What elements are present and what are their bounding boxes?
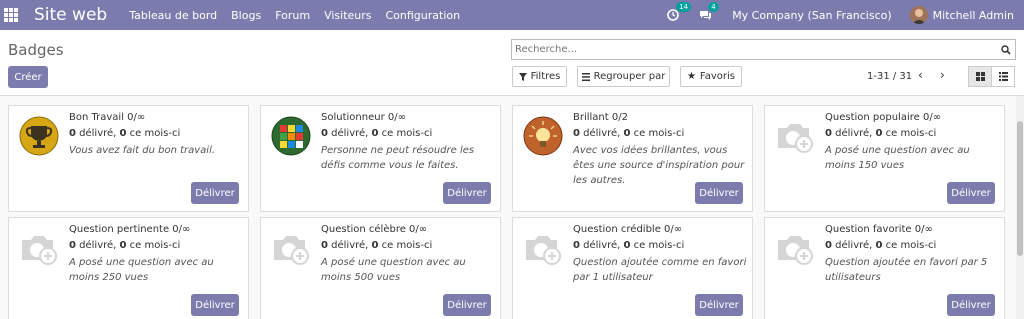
list-icon: [581, 72, 590, 81]
menu-forum[interactable]: Forum: [275, 9, 310, 22]
messages-count-badge: 4: [708, 2, 719, 12]
search-input[interactable]: [512, 44, 997, 55]
user-avatar[interactable]: [909, 6, 928, 24]
pager-previous-icon[interactable]: ‹: [918, 68, 923, 82]
filter-icon: [518, 72, 527, 81]
badge-stats: 0 délivré, 0 ce mois-ci: [825, 128, 937, 139]
search-bar: [511, 39, 1016, 60]
lightbulb-icon: [523, 116, 563, 156]
badge-card[interactable]: Solutionneur 0/∞ 0 délivré, 0 ce mois-ci…: [260, 105, 501, 212]
camera-placeholder-icon: [271, 228, 311, 268]
badge-card[interactable]: Question populaire 0/∞ 0 délivré, 0 ce m…: [764, 105, 1005, 212]
badge-title: Question favorite 0/∞: [825, 224, 933, 235]
menu-blogs[interactable]: Blogs: [231, 9, 261, 22]
badge-title: Question crédible 0/∞: [573, 224, 683, 235]
deliver-button[interactable]: Délivrer: [695, 294, 743, 316]
kanban-icon: [975, 72, 985, 81]
badge-stats: 0 délivré, 0 ce mois-ci: [69, 240, 181, 251]
control-panel: Badges Créer Filtres Regrouper par ★ Fav…: [0, 30, 1024, 96]
filters-label: Filtres: [530, 71, 561, 82]
messages-icon[interactable]: 4: [699, 2, 719, 21]
badge-stats: 0 délivré, 0 ce mois-ci: [69, 128, 181, 139]
badge-title: Bon Travail 0/∞: [69, 112, 146, 123]
create-button[interactable]: Créer: [8, 66, 48, 88]
badge-title: Solutionneur 0/∞: [321, 112, 406, 123]
badge-stats: 0 délivré, 0 ce mois-ci: [573, 240, 685, 251]
scrollbar-thumb[interactable]: [1017, 121, 1023, 256]
company-switcher[interactable]: My Company (San Francisco): [732, 9, 891, 22]
filters-button[interactable]: Filtres: [512, 66, 567, 87]
menu-visiteurs[interactable]: Visiteurs: [324, 9, 371, 22]
badge-stats: 0 délivré, 0 ce mois-ci: [321, 128, 433, 139]
menu-configuration[interactable]: Configuration: [386, 9, 461, 22]
camera-placeholder-icon: [19, 228, 59, 268]
top-navbar: Site web Tableau de bord Blogs Forum Vis…: [0, 0, 1024, 30]
deliver-button[interactable]: Délivrer: [947, 294, 995, 316]
camera-placeholder-icon: [523, 228, 563, 268]
star-icon: ★: [686, 71, 696, 82]
badge-description: Question ajoutée en favori par 5 utilisa…: [825, 257, 988, 283]
kanban-view-button[interactable]: [968, 66, 992, 87]
page-title: Badges: [8, 41, 64, 59]
badge-card[interactable]: Question pertinente 0/∞ 0 délivré, 0 ce …: [8, 217, 249, 319]
camera-placeholder-icon: [775, 228, 815, 268]
rubik-cube-icon: [271, 116, 311, 156]
apps-menu-icon[interactable]: [2, 0, 20, 30]
activities-count-badge: 14: [676, 2, 692, 12]
badge-card[interactable]: Question favorite 0/∞ 0 délivré, 0 ce mo…: [764, 217, 1005, 319]
badges-kanban: Bon Travail 0/∞ 0 délivré, 0 ce mois-ci …: [0, 96, 1016, 319]
deliver-button[interactable]: Délivrer: [443, 294, 491, 316]
camera-placeholder-icon: [775, 116, 815, 156]
groupby-label: Regrouper par: [593, 71, 666, 82]
deliver-button[interactable]: Délivrer: [695, 182, 743, 204]
list-view-button[interactable]: [991, 66, 1015, 87]
pager-next-icon[interactable]: ›: [940, 68, 945, 82]
vertical-scrollbar[interactable]: [1016, 96, 1024, 319]
app-brand[interactable]: Site web: [34, 5, 107, 25]
badge-description: Vous avez fait du bon travail.: [69, 145, 216, 156]
deliver-button[interactable]: Délivrer: [191, 294, 239, 316]
activities-icon[interactable]: 14: [667, 2, 692, 21]
search-icon[interactable]: [997, 44, 1015, 55]
list-view-icon: [998, 72, 1008, 81]
badge-card[interactable]: Bon Travail 0/∞ 0 délivré, 0 ce mois-ci …: [8, 105, 249, 212]
badge-stats: 0 délivré, 0 ce mois-ci: [573, 128, 685, 139]
badge-description: A posé une question avec au moins 150 vu…: [825, 145, 970, 171]
user-menu[interactable]: Mitchell Admin: [933, 9, 1014, 22]
badge-description: Personne ne peut résoudre les défis comm…: [321, 145, 475, 171]
badge-stats: 0 délivré, 0 ce mois-ci: [825, 240, 937, 251]
badge-description: A posé une question avec au moins 250 vu…: [69, 257, 214, 283]
deliver-button[interactable]: Délivrer: [947, 182, 995, 204]
badge-description: A posé une question avec au moins 500 vu…: [321, 257, 466, 283]
deliver-button[interactable]: Délivrer: [443, 182, 491, 204]
pager-value[interactable]: 1-31 / 31: [867, 71, 912, 82]
deliver-button[interactable]: Délivrer: [191, 182, 239, 204]
favorites-label: Favoris: [699, 71, 736, 82]
badge-description: Question ajoutée comme en favori par 1 u…: [573, 257, 747, 283]
badge-card[interactable]: Question crédible 0/∞ 0 délivré, 0 ce mo…: [512, 217, 753, 319]
badge-title: Question populaire 0/∞: [825, 112, 942, 123]
trophy-icon: [19, 116, 59, 156]
badge-title: Brillant 0/2: [573, 112, 628, 123]
menu-tableau-de-bord[interactable]: Tableau de bord: [129, 9, 217, 22]
badge-title: Question célèbre 0/∞: [321, 224, 428, 235]
favorites-button[interactable]: ★ Favoris: [680, 66, 742, 87]
badge-card[interactable]: Brillant 0/2 0 délivré, 0 ce mois-ci Ave…: [512, 105, 753, 212]
badge-card[interactable]: Question célèbre 0/∞ 0 délivré, 0 ce moi…: [260, 217, 501, 319]
badge-stats: 0 délivré, 0 ce mois-ci: [321, 240, 433, 251]
groupby-button[interactable]: Regrouper par: [577, 66, 670, 87]
badge-title: Question pertinente 0/∞: [69, 224, 191, 235]
